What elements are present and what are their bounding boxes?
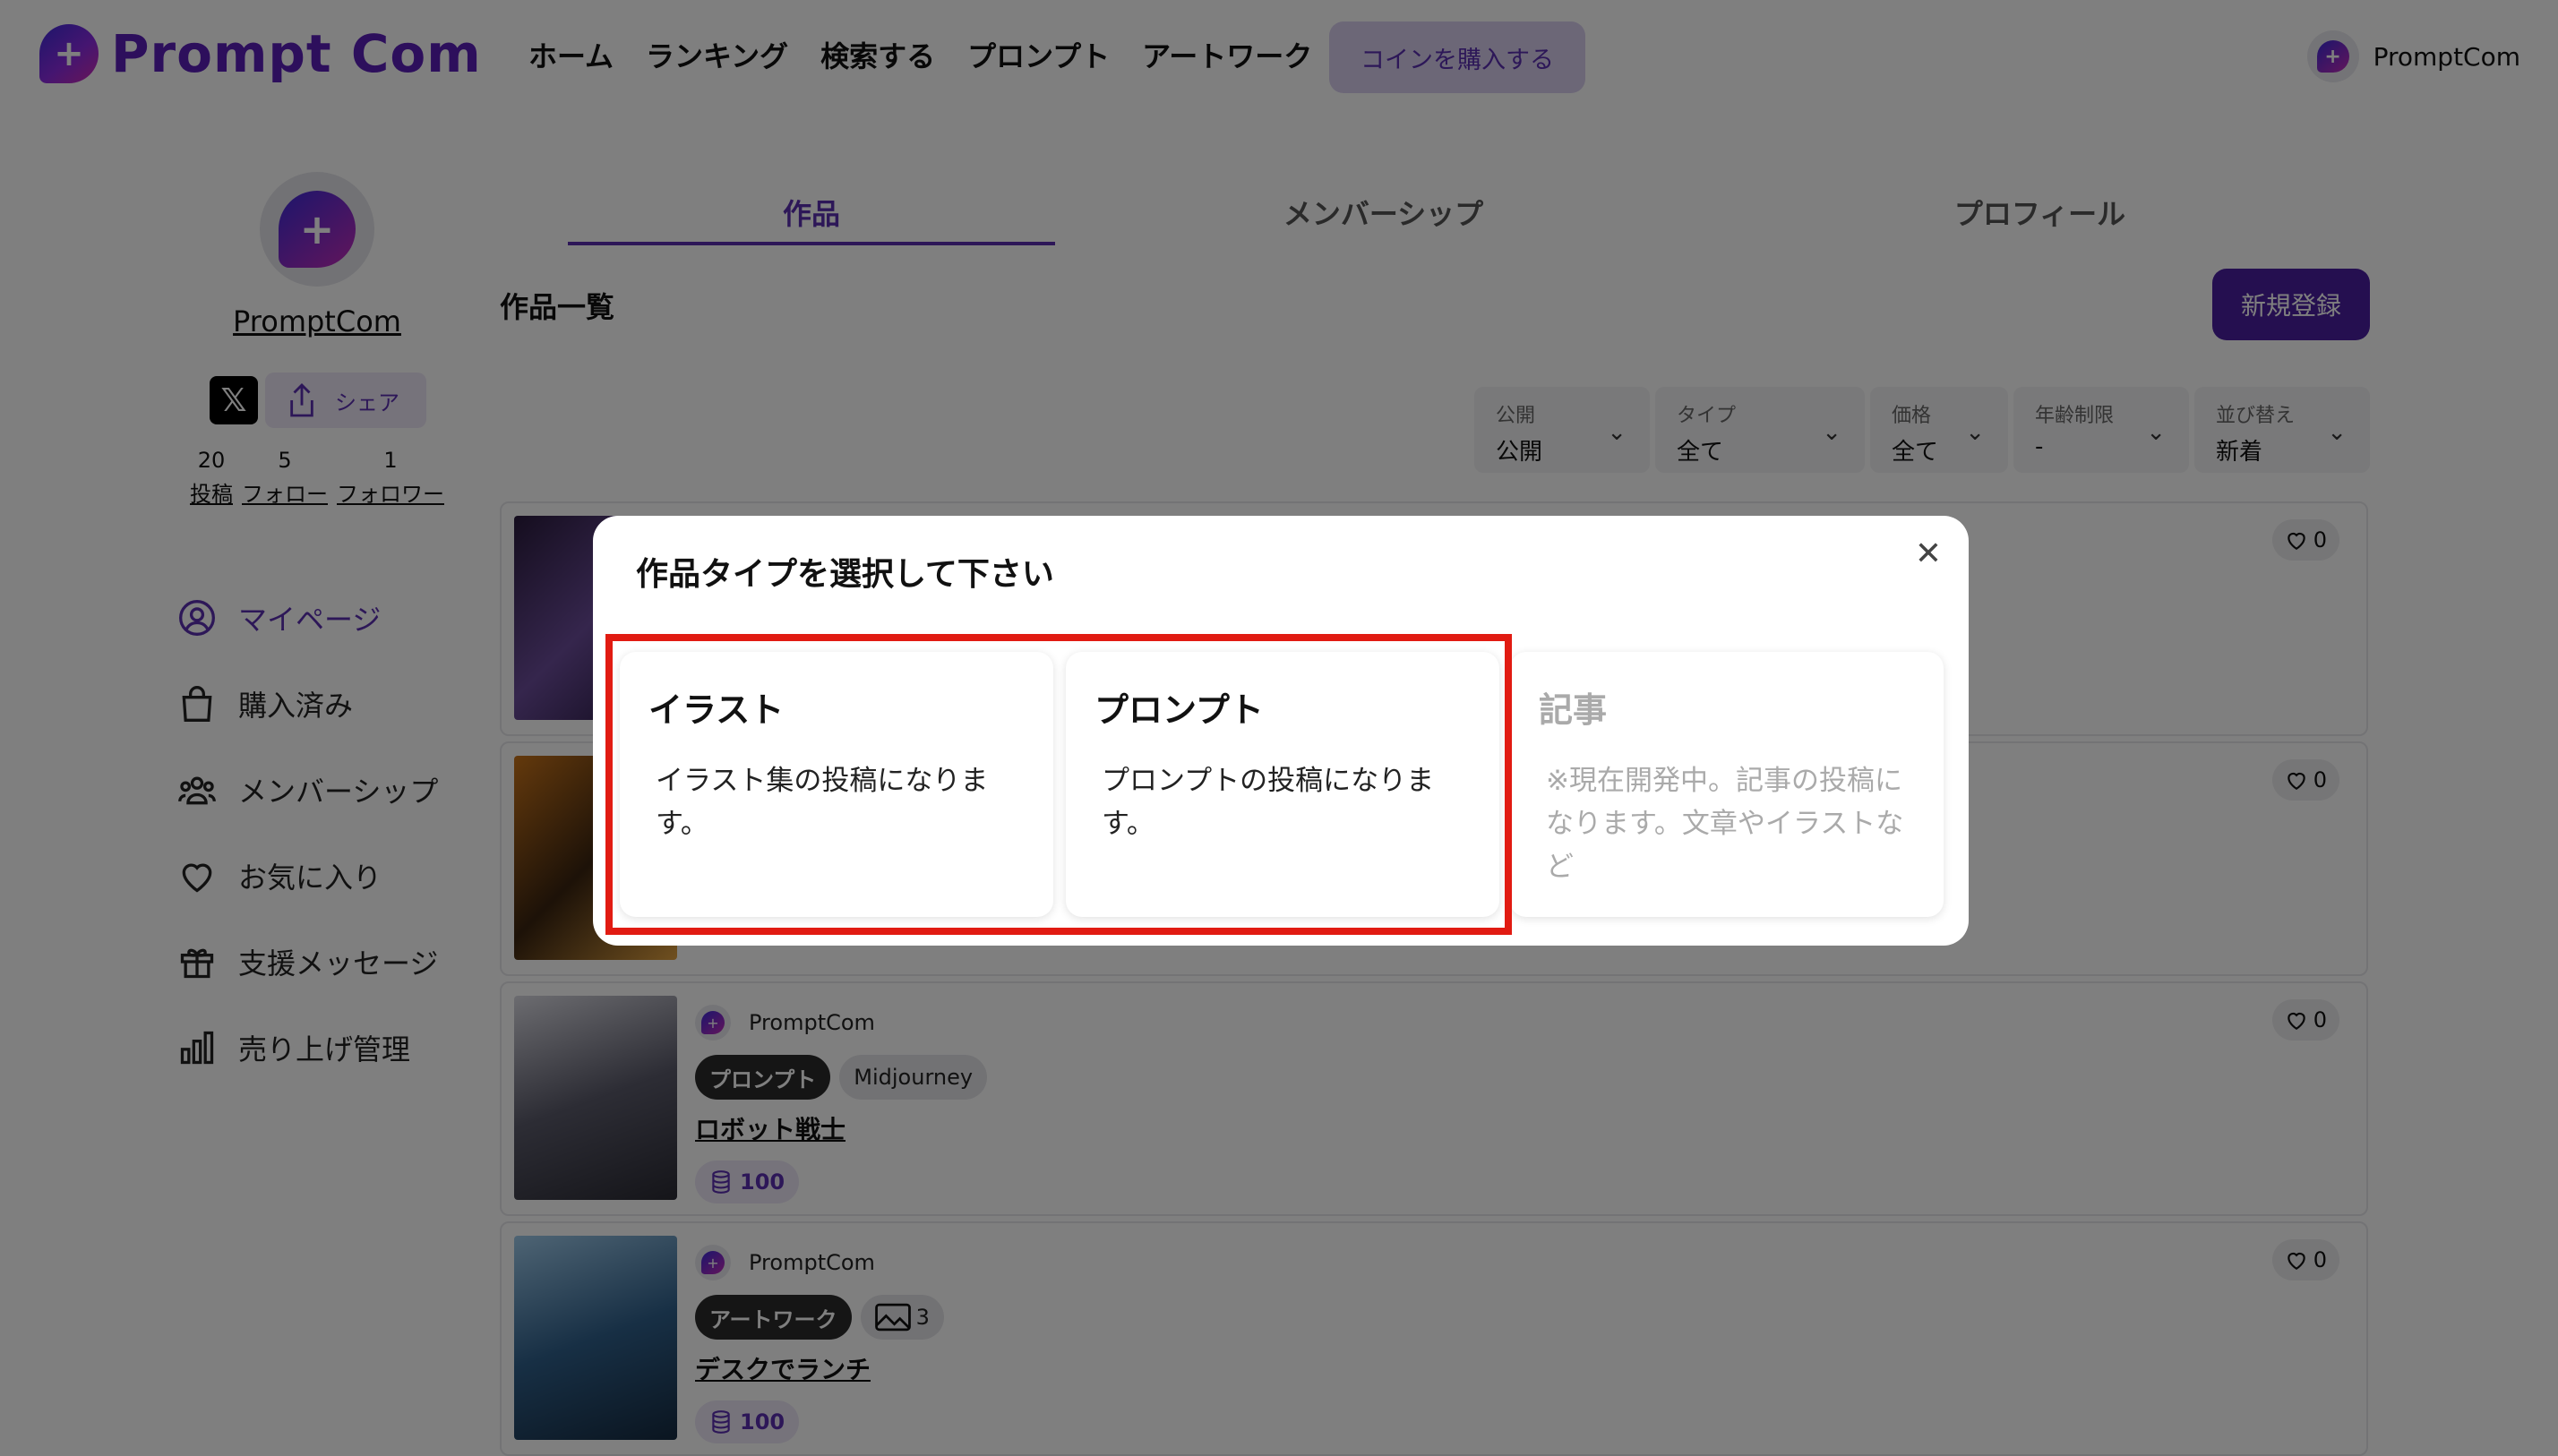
option-description: ※現在開発中。記事の投稿になります。文章やイラストなど <box>1546 765 1904 883</box>
highlight-box <box>605 634 1512 935</box>
work-type-modal: 作品タイプを選択して下さい ✕ イラスト イラスト集の投稿になります。 プロンプ… <box>593 516 1969 946</box>
option-title: 記事 <box>1539 690 1608 730</box>
modal-title: 作品タイプを選択して下さい <box>636 556 1054 593</box>
close-icon[interactable]: ✕ <box>1915 535 1942 572</box>
option-article: 記事 ※現在開発中。記事の投稿になります。文章やイラストなど <box>1510 652 1944 917</box>
